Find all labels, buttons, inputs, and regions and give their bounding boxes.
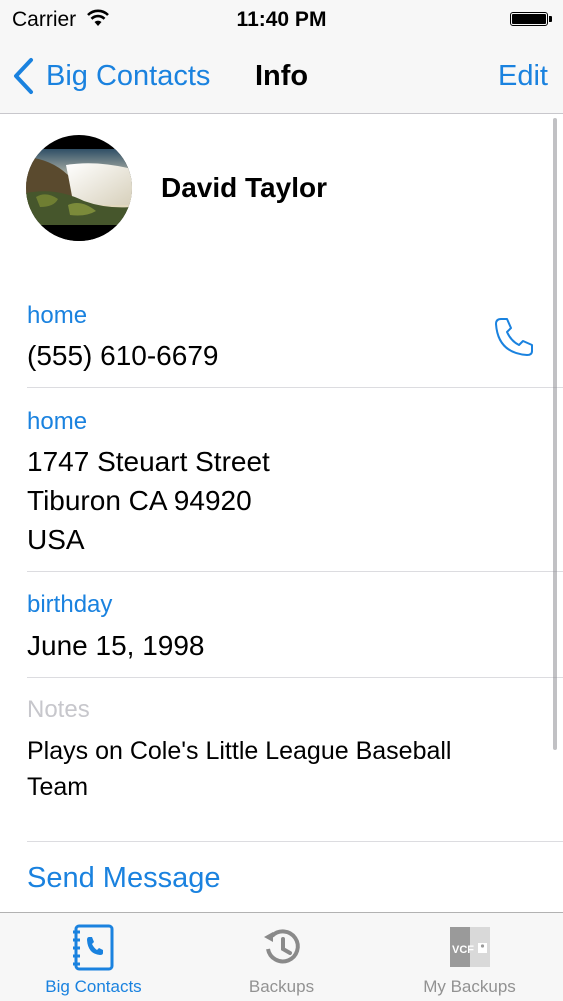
separator <box>27 677 563 678</box>
tab-label: Backups <box>248 977 315 996</box>
scrollbar[interactable] <box>553 118 557 750</box>
tab-label: Big Contacts <box>45 977 142 996</box>
address-city: Tiburon CA 94920 <box>27 485 252 516</box>
clock-time: 11:40 PM <box>236 8 327 31</box>
address-label: home <box>27 408 88 435</box>
chevron-left-icon <box>14 58 33 94</box>
phone-number[interactable]: (555) 610-6679 <box>27 336 218 375</box>
tab-big-contacts[interactable]: Big Contacts <box>0 913 187 1001</box>
birthday-label: birthday <box>27 591 113 618</box>
battery-icon <box>510 12 548 26</box>
waterfall-photo <box>26 135 132 241</box>
contact-name: David Taylor <box>161 172 327 203</box>
edit-button[interactable]: Edit <box>498 60 548 93</box>
address-country: USA <box>27 524 85 555</box>
vcf-file-icon: VCF <box>449 927 490 967</box>
birthday-value: June 15, 1998 <box>27 630 205 661</box>
avatar[interactable] <box>26 135 132 241</box>
svg-text:VCF: VCF <box>452 944 474 956</box>
notes-value[interactable]: Plays on Cole's Little League Baseball T… <box>27 733 517 805</box>
tab-label: My Backups <box>423 977 516 996</box>
page-title: Info <box>255 60 309 92</box>
back-button-label: Big Contacts <box>46 59 211 92</box>
history-clock-icon <box>263 929 300 964</box>
navigation-bar: Big Contacts Info Edit <box>0 40 563 114</box>
separator <box>27 841 563 842</box>
contacts-book-icon <box>72 924 113 971</box>
status-bar: Carrier 11:40 PM <box>0 0 563 40</box>
tab-bar: Big Contacts Backups VCF My Backups <box>0 912 563 1001</box>
address-value[interactable]: 1747 Steuart Street Tiburon CA 94920 USA <box>27 442 270 559</box>
tab-my-backups[interactable]: VCF My Backups <box>376 913 563 1001</box>
separator <box>27 571 563 572</box>
phone-label: home <box>27 302 88 329</box>
notes-label: Notes <box>27 696 90 723</box>
back-button[interactable]: Big Contacts <box>12 56 210 96</box>
battery-tip <box>549 16 552 22</box>
contact-detail-view[interactable]: David Taylor home (555) 610-6679 home 17… <box>0 114 563 912</box>
phone-icon[interactable] <box>492 315 536 359</box>
send-message-button[interactable]: Send Message <box>27 862 220 895</box>
tab-backups[interactable]: Backups <box>188 913 375 1001</box>
separator <box>27 387 563 388</box>
address-street: 1747 Steuart Street <box>27 446 270 477</box>
